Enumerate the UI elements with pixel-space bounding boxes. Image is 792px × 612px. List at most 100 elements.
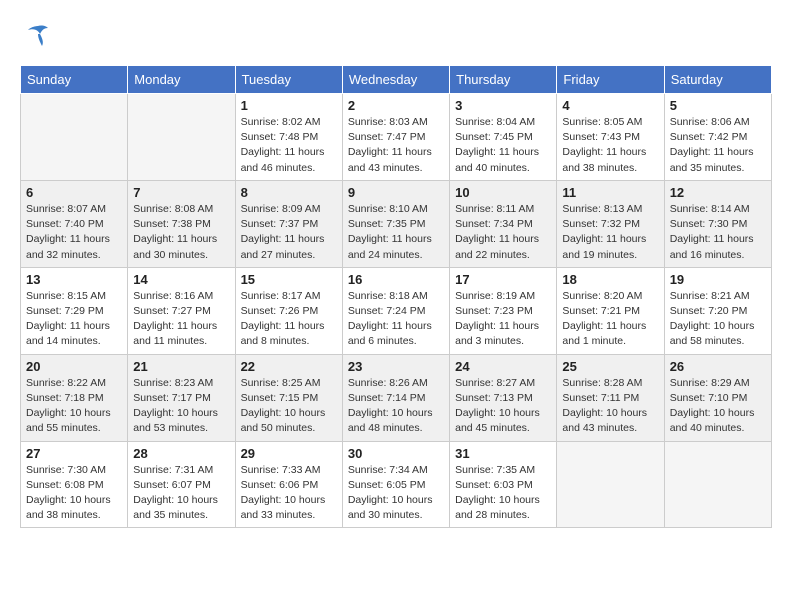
calendar-cell: 14 Sunrise: 8:16 AM Sunset: 7:27 PM Dayli… xyxy=(128,267,235,354)
calendar-cell: 31Sunrise: 7:35 AM Sunset: 6:03 PM Dayli… xyxy=(450,441,557,528)
day-info: Sunrise: 8:27 AM Sunset: 7:13 PM Dayligh… xyxy=(455,376,551,437)
day-number: 3 xyxy=(455,98,551,113)
day-info: Sunrise: 8:18 AM Sunset: 7:24 PM Dayligh… xyxy=(348,289,444,350)
day-info: Sunrise: 7:34 AM Sunset: 6:05 PM Dayligh… xyxy=(348,463,444,524)
day-info: Sunrise: 8:22 AM Sunset: 7:18 PM Dayligh… xyxy=(26,376,122,437)
day-number: 10 xyxy=(455,185,551,200)
weekday-header-row: SundayMondayTuesdayWednesdayThursdayFrid… xyxy=(21,66,772,94)
day-info: Sunrise: 8:11 AM Sunset: 7:34 PM Dayligh… xyxy=(455,202,551,263)
calendar-table: SundayMondayTuesdayWednesdayThursdayFrid… xyxy=(20,65,772,528)
calendar-cell: 26 Sunrise: 8:29 AM Sunset: 7:10 PM Dayli… xyxy=(664,354,771,441)
day-number: 1 xyxy=(241,98,337,113)
day-number: 11 xyxy=(562,185,658,200)
logo-bird-icon xyxy=(24,20,52,55)
day-info: Sunrise: 8:23 AM Sunset: 7:17 PM Dayligh… xyxy=(133,376,229,437)
day-info: Sunrise: 7:31 AM Sunset: 6:07 PM Dayligh… xyxy=(133,463,229,524)
day-info: Sunrise: 8:06 AM Sunset: 7:42 PM Dayligh… xyxy=(670,115,766,176)
day-info: Sunrise: 8:21 AM Sunset: 7:20 PM Dayligh… xyxy=(670,289,766,350)
calendar-cell: 23 Sunrise: 8:26 AM Sunset: 7:14 PM Dayli… xyxy=(342,354,449,441)
day-number: 26 xyxy=(670,359,766,374)
calendar-cell: 12Sunrise: 8:14 AM Sunset: 7:30 PM Dayli… xyxy=(664,180,771,267)
day-info: Sunrise: 8:02 AM Sunset: 7:48 PM Dayligh… xyxy=(241,115,337,176)
day-number: 4 xyxy=(562,98,658,113)
weekday-header-thursday: Thursday xyxy=(450,66,557,94)
calendar-cell: 28 Sunrise: 7:31 AM Sunset: 6:07 PM Dayli… xyxy=(128,441,235,528)
weekday-header-wednesday: Wednesday xyxy=(342,66,449,94)
day-number: 5 xyxy=(670,98,766,113)
calendar-cell: 29 Sunrise: 7:33 AM Sunset: 6:06 PM Dayli… xyxy=(235,441,342,528)
calendar-cell: 22Sunrise: 8:25 AM Sunset: 7:15 PM Dayli… xyxy=(235,354,342,441)
day-number: 21 xyxy=(133,359,229,374)
calendar-cell: 24Sunrise: 8:27 AM Sunset: 7:13 PM Dayli… xyxy=(450,354,557,441)
calendar-cell: 9 Sunrise: 8:10 AM Sunset: 7:35 PM Daylig… xyxy=(342,180,449,267)
calendar-cell: 19 Sunrise: 8:21 AM Sunset: 7:20 PM Dayli… xyxy=(664,267,771,354)
day-number: 29 xyxy=(241,446,337,461)
weekday-header-friday: Friday xyxy=(557,66,664,94)
day-info: Sunrise: 8:28 AM Sunset: 7:11 PM Dayligh… xyxy=(562,376,658,437)
calendar-cell xyxy=(128,94,235,181)
weekday-header-sunday: Sunday xyxy=(21,66,128,94)
calendar-cell: 3Sunrise: 8:04 AM Sunset: 7:45 PM Daylig… xyxy=(450,94,557,181)
day-number: 16 xyxy=(348,272,444,287)
calendar-cell: 8 Sunrise: 8:09 AM Sunset: 7:37 PM Daylig… xyxy=(235,180,342,267)
day-info: Sunrise: 8:20 AM Sunset: 7:21 PM Dayligh… xyxy=(562,289,658,350)
day-number: 17 xyxy=(455,272,551,287)
day-info: Sunrise: 8:15 AM Sunset: 7:29 PM Dayligh… xyxy=(26,289,122,350)
calendar-cell: 1 Sunrise: 8:02 AM Sunset: 7:48 PM Daylig… xyxy=(235,94,342,181)
calendar-cell: 18 Sunrise: 8:20 AM Sunset: 7:21 PM Dayli… xyxy=(557,267,664,354)
day-number: 9 xyxy=(348,185,444,200)
calendar-cell: 27 Sunrise: 7:30 AM Sunset: 6:08 PM Dayli… xyxy=(21,441,128,528)
day-number: 18 xyxy=(562,272,658,287)
day-number: 7 xyxy=(133,185,229,200)
day-number: 2 xyxy=(348,98,444,113)
calendar-cell: 20 Sunrise: 8:22 AM Sunset: 7:18 PM Dayli… xyxy=(21,354,128,441)
calendar-cell: 7Sunrise: 8:08 AM Sunset: 7:38 PM Daylig… xyxy=(128,180,235,267)
day-number: 20 xyxy=(26,359,122,374)
day-number: 27 xyxy=(26,446,122,461)
day-info: Sunrise: 8:03 AM Sunset: 7:47 PM Dayligh… xyxy=(348,115,444,176)
calendar-cell: 15 Sunrise: 8:17 AM Sunset: 7:26 PM Dayli… xyxy=(235,267,342,354)
day-number: 14 xyxy=(133,272,229,287)
day-number: 23 xyxy=(348,359,444,374)
day-info: Sunrise: 8:16 AM Sunset: 7:27 PM Dayligh… xyxy=(133,289,229,350)
calendar-week-row: 13 Sunrise: 8:15 AM Sunset: 7:29 PM Dayli… xyxy=(21,267,772,354)
day-info: Sunrise: 8:10 AM Sunset: 7:35 PM Dayligh… xyxy=(348,202,444,263)
day-number: 25 xyxy=(562,359,658,374)
calendar-week-row: 20 Sunrise: 8:22 AM Sunset: 7:18 PM Dayli… xyxy=(21,354,772,441)
day-number: 12 xyxy=(670,185,766,200)
day-info: Sunrise: 8:17 AM Sunset: 7:26 PM Dayligh… xyxy=(241,289,337,350)
calendar-cell: 17Sunrise: 8:19 AM Sunset: 7:23 PM Dayli… xyxy=(450,267,557,354)
calendar-cell: 6 Sunrise: 8:07 AM Sunset: 7:40 PM Daylig… xyxy=(21,180,128,267)
weekday-header-tuesday: Tuesday xyxy=(235,66,342,94)
day-number: 19 xyxy=(670,272,766,287)
calendar-cell xyxy=(21,94,128,181)
day-info: Sunrise: 8:29 AM Sunset: 7:10 PM Dayligh… xyxy=(670,376,766,437)
calendar-week-row: 1 Sunrise: 8:02 AM Sunset: 7:48 PM Daylig… xyxy=(21,94,772,181)
day-number: 28 xyxy=(133,446,229,461)
calendar-week-row: 6 Sunrise: 8:07 AM Sunset: 7:40 PM Daylig… xyxy=(21,180,772,267)
calendar-cell: 25 Sunrise: 8:28 AM Sunset: 7:11 PM Dayli… xyxy=(557,354,664,441)
day-number: 6 xyxy=(26,185,122,200)
calendar-cell xyxy=(664,441,771,528)
day-info: Sunrise: 8:26 AM Sunset: 7:14 PM Dayligh… xyxy=(348,376,444,437)
day-info: Sunrise: 7:35 AM Sunset: 6:03 PM Dayligh… xyxy=(455,463,551,524)
calendar-cell: 16 Sunrise: 8:18 AM Sunset: 7:24 PM Dayli… xyxy=(342,267,449,354)
calendar-cell: 2 Sunrise: 8:03 AM Sunset: 7:47 PM Daylig… xyxy=(342,94,449,181)
day-info: Sunrise: 8:05 AM Sunset: 7:43 PM Dayligh… xyxy=(562,115,658,176)
calendar-week-row: 27 Sunrise: 7:30 AM Sunset: 6:08 PM Dayli… xyxy=(21,441,772,528)
day-info: Sunrise: 8:09 AM Sunset: 7:37 PM Dayligh… xyxy=(241,202,337,263)
day-info: Sunrise: 8:25 AM Sunset: 7:15 PM Dayligh… xyxy=(241,376,337,437)
day-number: 8 xyxy=(241,185,337,200)
day-info: Sunrise: 7:33 AM Sunset: 6:06 PM Dayligh… xyxy=(241,463,337,524)
day-number: 13 xyxy=(26,272,122,287)
day-info: Sunrise: 8:13 AM Sunset: 7:32 PM Dayligh… xyxy=(562,202,658,263)
calendar-cell: 13 Sunrise: 8:15 AM Sunset: 7:29 PM Dayli… xyxy=(21,267,128,354)
logo xyxy=(20,20,52,55)
day-info: Sunrise: 8:07 AM Sunset: 7:40 PM Dayligh… xyxy=(26,202,122,263)
calendar-cell: 4 Sunrise: 8:05 AM Sunset: 7:43 PM Daylig… xyxy=(557,94,664,181)
weekday-header-monday: Monday xyxy=(128,66,235,94)
calendar-cell: 21 Sunrise: 8:23 AM Sunset: 7:17 PM Dayli… xyxy=(128,354,235,441)
day-info: Sunrise: 7:30 AM Sunset: 6:08 PM Dayligh… xyxy=(26,463,122,524)
day-number: 15 xyxy=(241,272,337,287)
calendar-cell: 5 Sunrise: 8:06 AM Sunset: 7:42 PM Daylig… xyxy=(664,94,771,181)
